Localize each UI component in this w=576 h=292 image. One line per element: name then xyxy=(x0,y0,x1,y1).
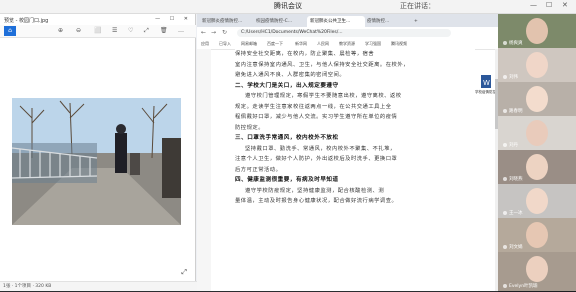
participant-name: 刘晓燕 xyxy=(509,177,523,182)
delete-icon[interactable]: 🗑 xyxy=(160,27,168,34)
mic-icon xyxy=(503,142,507,147)
participant-avatar xyxy=(526,52,548,78)
participant-avatar xyxy=(526,18,548,44)
tab-1[interactable]: 校园疫情防控-C... xyxy=(253,16,308,27)
doc-line: 室内注意保持室内通风、卫生，与他人保持安全社交距离。在校外， xyxy=(235,61,409,68)
meeting-title-bar: 腾讯会议 正在讲话： — ☐ ✕ xyxy=(0,0,576,14)
tab-0[interactable]: 新冠肺炎疫情防控... xyxy=(199,16,254,27)
more-icon[interactable]: … xyxy=(178,27,184,34)
browser-sidebar xyxy=(197,49,211,291)
tab-2-active[interactable]: 新冠肺炎公共卫生... xyxy=(307,16,365,27)
mic-icon xyxy=(503,40,507,45)
mic-icon xyxy=(503,283,507,288)
doc-heading: 三、口罩洗手常通风，校内校外不放松 xyxy=(235,135,339,141)
doc-line: 保持安全社交距离，在校内，防止聚集、晨检等，宿舍 xyxy=(235,51,375,57)
home-icon[interactable]: ⌂ xyxy=(4,26,16,36)
participant-tile-2[interactable]: 路春明 xyxy=(498,82,576,117)
fullscreen-icon[interactable]: ⤢ xyxy=(181,268,187,277)
back-icon[interactable]: ← xyxy=(201,29,206,36)
forward-icon[interactable]: → xyxy=(211,29,216,36)
minimize-button[interactable]: — xyxy=(530,1,537,9)
mic-icon xyxy=(503,74,507,79)
favorite-icon[interactable]: ♡ xyxy=(128,27,133,34)
mic-icon xyxy=(503,176,507,181)
participant-name: 路春明 xyxy=(509,109,523,114)
participant-avatar xyxy=(526,120,548,146)
bookmark-1[interactable]: 已导入 xyxy=(219,40,231,48)
bookmark-8[interactable]: 腾讯视频 xyxy=(391,40,407,48)
participant-tile-1[interactable]: 刘伟 xyxy=(498,48,576,83)
new-tab-icon[interactable]: + xyxy=(411,16,424,27)
participant-panel: 杨爽爽 刘伟 路春明 刘丹 刘晓燕 王一冰 刘文娟 Evelyn叶凯瑜 xyxy=(498,14,576,292)
viewer-status: 1张 · 1个项目 · 320 KB xyxy=(0,281,199,291)
doc-line: 坚持戴口罩、勤洗手、常通风，校内校外不聚集、不扎堆， xyxy=(245,145,396,152)
photo-image xyxy=(12,98,181,225)
bookmark-0[interactable]: 应用 xyxy=(201,40,209,48)
bookmark-7[interactable]: 学习强国 xyxy=(365,40,381,48)
doc-line: 遵守校门管理规定，寒假学生不要随意出校，遵守离校、返校 xyxy=(245,93,402,99)
participant-avatar xyxy=(526,154,548,180)
doc-line: 后方可正常活动。 xyxy=(235,166,282,173)
participant-tile-3[interactable]: 刘丹 xyxy=(498,116,576,151)
doc-line: 量体温，主动及时报告身心健康状况，配合做好流行病学调查。 xyxy=(235,198,398,204)
doc-heading: 二、学校大门是关口，出入规定要遵守 xyxy=(235,82,339,89)
bookmark-6[interactable]: 教学资源 xyxy=(339,40,355,48)
bookmark-3[interactable]: 百度一下 xyxy=(267,40,283,48)
url-input[interactable]: C:/Users/HC1/Documents/WeChat%20Files/..… xyxy=(237,29,451,37)
bookmark-2[interactable]: 网易邮箱 xyxy=(241,40,257,48)
participant-name: Evelyn叶凯瑜 xyxy=(509,284,538,289)
tab-3[interactable]: 疫情防控... xyxy=(364,16,412,27)
participant-name: 王一冰 xyxy=(509,211,523,216)
svg-text:W: W xyxy=(483,79,490,87)
mic-icon xyxy=(503,244,507,249)
participant-tile-6[interactable]: 刘文娟 xyxy=(498,218,576,253)
participant-name: 刘文娟 xyxy=(509,245,523,250)
close-button[interactable]: ✕ xyxy=(562,1,568,9)
bookmark-4[interactable]: 新华网 xyxy=(295,40,307,48)
participant-tile-4[interactable]: 刘晓燕 xyxy=(498,150,576,185)
zoom-out-icon[interactable]: ⊖ xyxy=(76,27,81,34)
viewer-title: 预览 - 校园门口.jpg xyxy=(4,18,49,24)
participant-avatar xyxy=(526,188,548,214)
doc-line: 遵守学校防疫规定，坚持健康监测，配合核酸检测、测 xyxy=(245,187,385,194)
participant-avatar xyxy=(526,222,548,248)
rotate-icon[interactable]: ⤢ xyxy=(144,27,149,35)
document-page: 保持安全社交距离，在校内，防止聚集、晨检等，宿舍 室内注意保持室内通风、卫生，与… xyxy=(235,49,475,291)
fit-icon[interactable]: ⬜ xyxy=(94,27,101,34)
doc-line: 规定。走读学生注意家校往返两点一线，在公共交通工具上全 xyxy=(235,103,392,110)
browser-window: 新冠肺炎疫情防控... 校园疫情防控-C... 新冠肺炎公共卫生... 疫情防控… xyxy=(197,14,505,291)
viewer-window-controls[interactable]: — ☐ ✕ xyxy=(155,16,192,22)
school-gate-photo xyxy=(12,98,181,225)
viewer-toolbar: ⌂ ⊕ ⊖ ⬜ ☰ ♡ ⤢ 🗑 … xyxy=(0,25,196,38)
tab-strip: 新冠肺炎疫情防控... 校园疫情防控-C... 新冠肺炎公共卫生... 疫情防控… xyxy=(197,14,498,27)
participant-name: 杨爽爽 xyxy=(509,41,523,46)
doc-line: 程佩戴好口罩，减少与他人交流。实习学生遵守所在单位的疫情 xyxy=(235,114,398,120)
doc-line: 避免进入通风不良、人群密集的密闭空间。 xyxy=(235,72,346,78)
photo-viewer-window: 预览 - 校园门口.jpg — ☐ ✕ ⌂ ⊕ ⊖ ⬜ ☰ ♡ ⤢ 🗑 … ⤢ … xyxy=(0,14,199,291)
participant-name: 刘丹 xyxy=(509,143,518,148)
menu-icon[interactable]: ☰ xyxy=(112,27,117,34)
doc-heading: 四、健康监测很重要，有病及时早知道 xyxy=(235,177,339,183)
participant-tile-0[interactable]: 杨爽爽 xyxy=(498,14,576,49)
doc-line: 注意个人卫生，做好个人防护，外出返校后及时洗手、更换口罩 xyxy=(235,156,398,162)
document-file-icon[interactable]: W 学校疫情防控.docx xyxy=(475,74,505,94)
participant-avatar xyxy=(526,86,548,112)
bookmark-5[interactable]: 人民网 xyxy=(317,40,329,48)
mic-icon xyxy=(503,210,507,215)
meeting-title: 腾讯会议 xyxy=(274,2,302,10)
reload-icon[interactable]: ↻ xyxy=(222,29,227,36)
speaking-status: 正在讲话： xyxy=(400,2,435,10)
participant-tile-7[interactable]: Evelyn叶凯瑜 xyxy=(498,252,576,292)
doc-line: 防控规定。 xyxy=(235,124,264,131)
participant-name: 刘伟 xyxy=(509,75,518,80)
participant-avatar xyxy=(526,256,548,282)
participant-tile-5[interactable]: 王一冰 xyxy=(498,184,576,219)
maximize-button[interactable]: ☐ xyxy=(546,1,552,9)
mic-icon xyxy=(503,108,507,113)
zoom-in-icon[interactable]: ⊕ xyxy=(58,27,63,34)
